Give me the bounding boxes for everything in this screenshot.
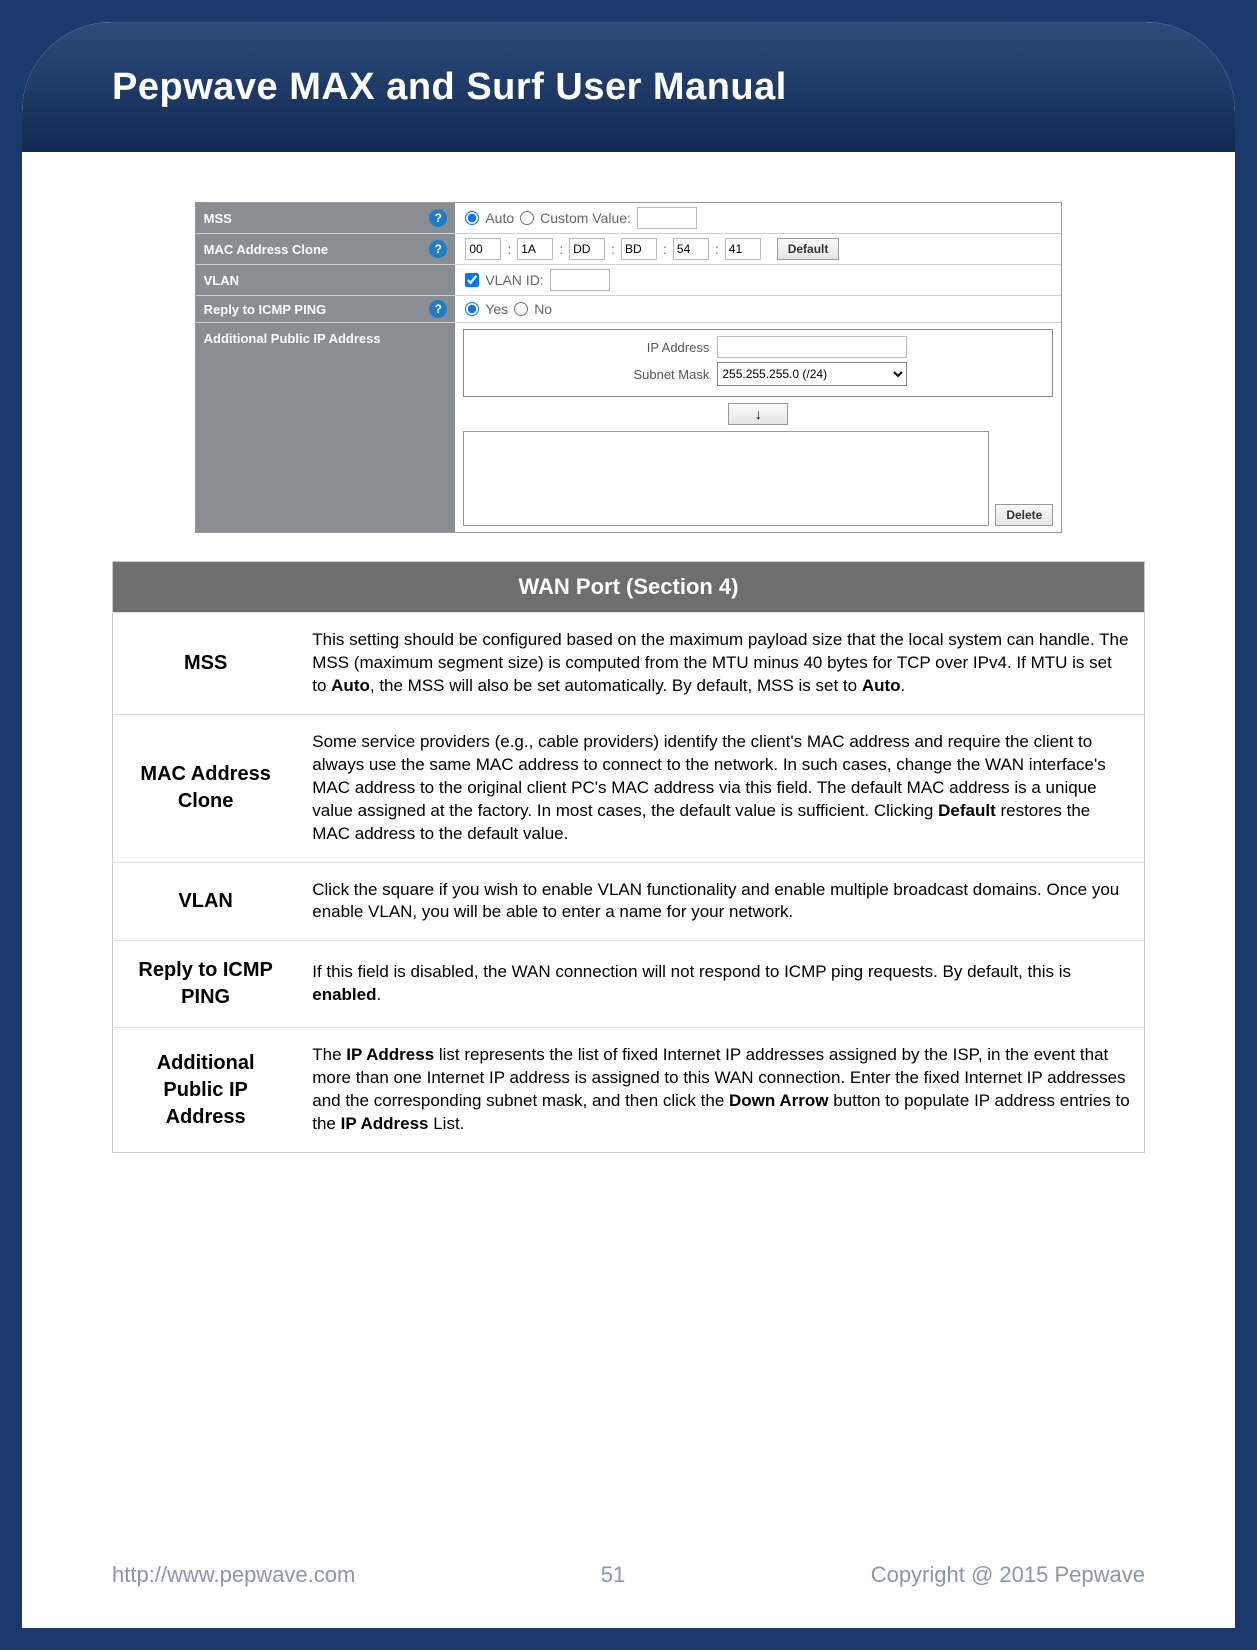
apip-row: Additional Public IP Address IP Address … xyxy=(196,323,1062,532)
mss-custom-input[interactable] xyxy=(637,207,697,229)
doc-term: Reply to ICMP PING xyxy=(113,941,299,1028)
icmp-label: Reply to ICMP PING ? xyxy=(196,296,456,322)
apip-body: IP Address Subnet Mask 255.255.255.0 (/2… xyxy=(455,323,1061,532)
mss-label: MSS ? xyxy=(196,203,456,233)
table-row: Additional Public IP AddressThe IP Addre… xyxy=(113,1028,1145,1153)
doc-description: Some service providers (e.g., cable prov… xyxy=(298,714,1144,862)
table-row: Reply to ICMP PINGIf this field is disab… xyxy=(113,941,1145,1028)
apip-subnet-select[interactable]: 255.255.255.0 (/24) xyxy=(717,362,907,386)
page-header: Pepwave MAX and Surf User Manual xyxy=(22,22,1235,152)
apip-subnet-label: Subnet Mask xyxy=(609,367,709,382)
mss-auto-label: Auto xyxy=(485,210,514,226)
vlan-label-text: VLAN xyxy=(204,273,239,288)
mac-clone-row: MAC Address Clone ? : : : : : Default xyxy=(196,234,1062,265)
mss-custom-label: Custom Value: xyxy=(540,210,631,226)
mss-label-text: MSS xyxy=(204,211,232,226)
wan-port-doc-table: WAN Port (Section 4) MSSThis setting sho… xyxy=(112,561,1145,1153)
apip-delete-button[interactable]: Delete xyxy=(995,504,1053,526)
icmp-yes-label: Yes xyxy=(485,301,508,317)
doc-description: The IP Address list represents the list … xyxy=(298,1028,1144,1153)
apip-ip-listbox[interactable] xyxy=(463,431,989,526)
mac-octet-1[interactable] xyxy=(517,238,553,260)
vlan-row: VLAN VLAN ID: xyxy=(196,265,1062,296)
footer-url: http://www.pepwave.com xyxy=(112,1562,355,1588)
mac-clone-value: : : : : : Default xyxy=(455,234,1061,264)
table-row: VLANClick the square if you wish to enab… xyxy=(113,862,1145,941)
doc-description: Click the square if you wish to enable V… xyxy=(298,862,1144,941)
settings-screenshot: MSS ? Auto Custom Value: MAC Address Clo… xyxy=(195,202,1063,533)
doc-description: This setting should be configured based … xyxy=(298,613,1144,715)
icmp-no-radio[interactable] xyxy=(514,302,528,316)
mac-clone-label-text: MAC Address Clone xyxy=(204,242,328,257)
footer-copyright: Copyright @ 2015 Pepwave xyxy=(871,1562,1145,1588)
apip-ip-label: IP Address xyxy=(609,340,709,355)
icmp-label-text: Reply to ICMP PING xyxy=(204,302,327,317)
mac-octet-0[interactable] xyxy=(465,238,501,260)
help-icon[interactable]: ? xyxy=(429,300,447,318)
doc-term: VLAN xyxy=(113,862,299,941)
doc-table-title: WAN Port (Section 4) xyxy=(113,562,1145,613)
vlan-label: VLAN xyxy=(196,265,456,295)
table-row: MAC Address CloneSome service providers … xyxy=(113,714,1145,862)
mac-octet-3[interactable] xyxy=(621,238,657,260)
help-icon[interactable]: ? xyxy=(429,240,447,258)
icmp-yes-radio[interactable] xyxy=(465,302,479,316)
vlan-id-input[interactable] xyxy=(550,269,610,291)
down-arrow-button[interactable]: ↓ xyxy=(728,403,788,425)
page-title: Pepwave MAX and Surf User Manual xyxy=(112,66,787,109)
icmp-no-label: No xyxy=(534,301,552,317)
vlan-id-label: VLAN ID: xyxy=(485,272,543,288)
mac-octet-2[interactable] xyxy=(569,238,605,260)
mac-clone-label: MAC Address Clone ? xyxy=(196,234,456,264)
apip-label-text: Additional Public IP Address xyxy=(204,331,381,346)
apip-label: Additional Public IP Address xyxy=(196,323,456,532)
mss-value: Auto Custom Value: xyxy=(455,203,1061,233)
table-row: MSSThis setting should be configured bas… xyxy=(113,613,1145,715)
mss-row: MSS ? Auto Custom Value: xyxy=(196,203,1062,234)
mss-auto-radio[interactable] xyxy=(465,211,479,225)
apip-ip-input[interactable] xyxy=(717,336,907,358)
vlan-value: VLAN ID: xyxy=(455,265,1061,295)
help-icon[interactable]: ? xyxy=(429,209,447,227)
doc-term: MAC Address Clone xyxy=(113,714,299,862)
vlan-enable-checkbox[interactable] xyxy=(465,273,479,287)
mac-default-button[interactable]: Default xyxy=(777,238,840,260)
doc-term: MSS xyxy=(113,613,299,715)
page-footer: http://www.pepwave.com 51 Copyright @ 20… xyxy=(112,1562,1145,1588)
mac-octet-5[interactable] xyxy=(725,238,761,260)
mac-octet-4[interactable] xyxy=(673,238,709,260)
footer-page-number: 51 xyxy=(601,1562,625,1588)
icmp-row: Reply to ICMP PING ? Yes No xyxy=(196,296,1062,323)
icmp-value: Yes No xyxy=(455,296,1061,322)
mss-custom-radio[interactable] xyxy=(520,211,534,225)
doc-term: Additional Public IP Address xyxy=(113,1028,299,1153)
doc-description: If this field is disabled, the WAN conne… xyxy=(298,941,1144,1028)
